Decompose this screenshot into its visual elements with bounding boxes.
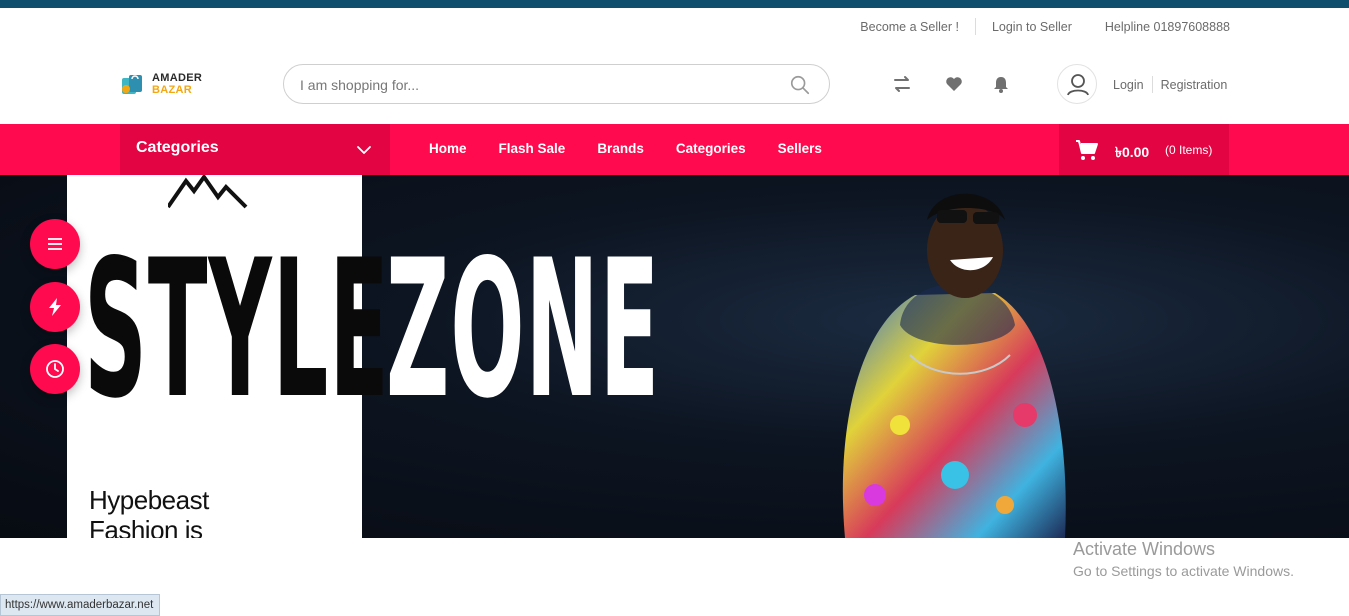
banner-headline-style: STYLE [84,219,390,440]
compare-icon[interactable] [892,74,912,94]
banner-tagline: Hypebeast Fashion is [89,485,209,538]
become-seller-link[interactable]: Become a Seller ! [844,20,975,34]
tagline-line-2: Fashion is [89,515,203,538]
helpline-text: Helpline 01897608888 [1104,19,1230,34]
topbar-links: Become a Seller ! Login to Seller Helpli… [844,18,1230,35]
tagline-line-1: Hypebeast [89,485,209,515]
model-photo [842,193,1066,538]
logo-text-top: AMADER [152,72,203,84]
flash-icon [49,298,61,316]
login-link[interactable]: Login [1113,78,1144,92]
divider [1151,76,1153,93]
cart-button[interactable]: ৳0.00 (0 Items) [1059,124,1229,175]
search-input[interactable] [300,74,770,96]
mountain-logo-icon [168,175,248,209]
categories-dropdown[interactable]: Categories [120,124,390,175]
search-icon[interactable] [789,74,811,96]
logo-text-bottom: BAZAR [152,84,192,96]
nav-home[interactable]: Home [413,141,483,156]
header: AMADER BAZAR Login [0,44,1349,124]
flash-fab-button[interactable] [30,282,80,332]
nav-flash-sale[interactable]: Flash Sale [483,141,582,156]
categories-label: Categories [136,139,219,156]
page: Become a Seller ! Login to Seller Helpli… [0,0,1349,616]
logo[interactable]: AMADER BAZAR [120,70,210,98]
bell-icon[interactable] [991,74,1011,94]
search-box [283,64,830,104]
nav-brands[interactable]: Brands [581,141,660,156]
browser-status-url: https://www.amaderbazar.net [0,594,161,616]
cart-icon [1076,140,1098,160]
auth-links: Login Registration [1113,76,1227,93]
user-icon [1067,74,1089,96]
menu-icon [48,238,62,250]
shopping-bag-icon [122,75,142,94]
clock-icon [46,360,64,378]
main-navbar: Categories Home Flash Sale Brands Catego… [0,124,1349,175]
banner-headline-zone: ZONE [386,219,661,440]
chevron-down-icon [357,146,371,154]
user-avatar[interactable] [1057,64,1097,104]
registration-link[interactable]: Registration [1161,78,1228,92]
watermark-title: Activate Windows [1073,539,1216,559]
cart-items-count: (0 Items) [1165,143,1213,157]
nav-links: Home Flash Sale Brands Categories Seller… [413,141,838,156]
login-seller-link[interactable]: Login to Seller [976,20,1088,34]
topbar: Become a Seller ! Login to Seller Helpli… [0,8,1349,44]
hero-banner[interactable]: STYLE ZONE Hypebeast Fashion is [0,175,1349,538]
menu-fab-button[interactable] [30,219,80,269]
nav-categories[interactable]: Categories [660,141,762,156]
cart-amount: ৳0.00 [1115,144,1150,160]
recent-fab-button[interactable] [30,344,80,394]
windows-activation-watermark: Activate Windows Go to Settings to activ… [1073,539,1294,579]
nav-sellers[interactable]: Sellers [762,141,838,156]
heart-icon[interactable] [944,74,964,94]
watermark-subtitle: Go to Settings to activate Windows. [1073,563,1294,579]
top-strip [0,0,1349,8]
